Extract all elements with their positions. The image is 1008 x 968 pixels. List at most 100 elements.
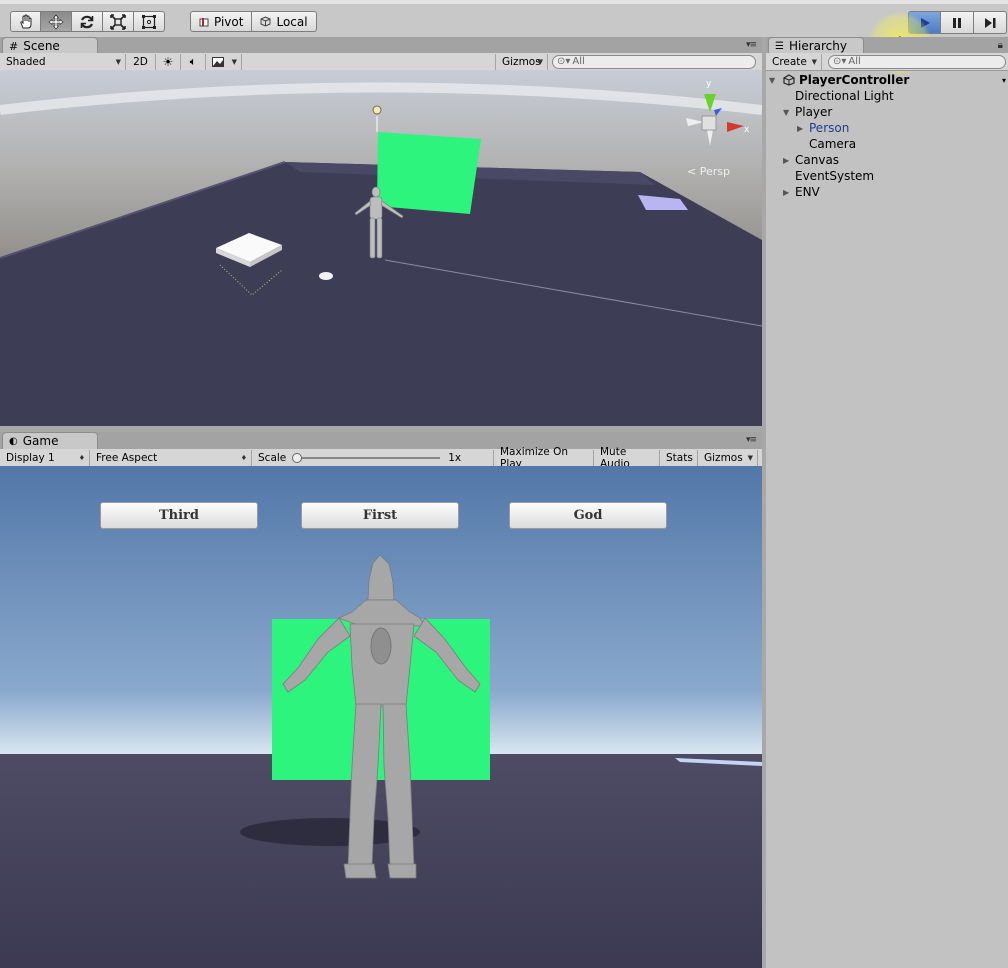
scene-lighting-toggle[interactable]: ☀	[156, 53, 181, 70]
scale-slider[interactable]	[292, 452, 441, 463]
scale-slider-group: Scale 1x	[252, 449, 494, 466]
scene-audio-toggle[interactable]: 🔈︎	[181, 53, 206, 70]
tree-item-person[interactable]: ▶ Person	[766, 120, 1008, 136]
expanded-arrow-icon[interactable]: ▼	[769, 76, 775, 85]
game-viewport[interactable]	[0, 466, 762, 968]
tree-item-player[interactable]: ▼ Player	[766, 104, 1008, 120]
maximize-on-play-toggle[interactable]: Maximize On Play	[494, 446, 594, 470]
collapsed-arrow-icon[interactable]: ▶	[783, 188, 789, 197]
tab-hierarchy[interactable]: ☰ Hierarchy	[768, 37, 864, 54]
move-tool-button[interactable]	[41, 11, 72, 32]
pivot-label: Pivot	[214, 14, 244, 29]
aspect-dropdown[interactable]: Free Aspect ♦	[90, 449, 252, 466]
unity-editor-window: Pivot Local # Scene ▾≡ Shaded ▼ 2D ☀ 🔈︎ …	[0, 0, 1008, 968]
hierarchy-control-bar: Create ▼ ⊙▾ All	[766, 53, 1008, 71]
create-dropdown[interactable]: Create ▼	[766, 53, 822, 70]
game-gizmos-dropdown[interactable]: Gizmos ▼	[698, 449, 758, 466]
list-icon: ☰	[775, 40, 784, 52]
stats-label: Stats	[666, 451, 693, 464]
unity-scene-icon	[783, 74, 795, 86]
pause-icon	[953, 17, 961, 28]
tab-scene[interactable]: # Scene	[2, 37, 98, 54]
step-icon	[985, 17, 996, 28]
god-view-button[interactable]: God	[509, 502, 667, 529]
pivot-toggle-button[interactable]: Pivot	[190, 11, 253, 32]
tree-item-canvas[interactable]: ▶ Canvas	[766, 152, 1008, 168]
scale-value: 1x	[448, 451, 462, 464]
rotate-tool-icon	[80, 15, 94, 28]
shading-mode-value: Shaded	[6, 55, 46, 68]
tree-item-camera[interactable]: Camera	[766, 136, 1008, 152]
lock-icon[interactable]: 🔒︎	[998, 40, 1003, 51]
tab-hierarchy-label: Hierarchy	[788, 39, 847, 53]
tab-scene-label: Scene	[23, 39, 60, 53]
main-toolbar: Pivot Local	[0, 0, 1008, 76]
chevron-down-icon: ▼	[811, 57, 817, 66]
collapsed-arrow-icon[interactable]: ▶	[797, 124, 803, 133]
tree-item-directional-light[interactable]: Directional Light	[766, 88, 1008, 104]
collapsed-arrow-icon[interactable]: ▶	[783, 156, 789, 165]
play-button[interactable]	[908, 11, 941, 34]
pause-button[interactable]	[941, 11, 974, 34]
scale-tool-button[interactable]	[103, 11, 134, 32]
third-label: Third	[158, 508, 199, 523]
gizmo-y-label: y	[706, 79, 712, 89]
scene-search-input[interactable]: ⊙▾ All	[552, 54, 756, 69]
step-button[interactable]	[974, 11, 1007, 34]
tree-item-label: Directional Light	[795, 89, 894, 103]
game-panel-menu-icon[interactable]: ▾≡	[746, 435, 757, 445]
scene-gizmos-dropdown[interactable]: Gizmos ▼	[495, 53, 548, 70]
tree-item-label: Canvas	[795, 153, 840, 167]
scene-menu-icon[interactable]: ▾	[1002, 76, 1006, 85]
updown-icon: ♦	[240, 453, 247, 462]
scale-label: Scale	[258, 451, 287, 464]
god-label: God	[573, 508, 603, 523]
scene-search-placeholder: All	[572, 56, 585, 67]
tree-root-label: PlayerController	[799, 73, 910, 87]
hierarchy-search-placeholder: All	[848, 56, 861, 67]
scene-viewport[interactable]: y x < Persp	[0, 70, 762, 426]
chevron-down-icon: ▼	[115, 57, 121, 66]
tab-game[interactable]: ◐ Game	[2, 432, 98, 449]
pivot-icon	[199, 17, 209, 26]
game-controller-icon: ◐	[9, 435, 18, 447]
playback-controls	[908, 11, 1007, 34]
scene-control-bar: Shaded ▼ 2D ☀ 🔈︎ ▼ Gizmos ▼ ⊙▾ All	[0, 53, 762, 71]
transform-tools	[10, 11, 165, 32]
rect-tool-icon	[142, 14, 156, 29]
updown-icon: ♦	[78, 453, 85, 462]
rotate-tool-button[interactable]	[72, 11, 103, 32]
stats-toggle[interactable]: Stats	[660, 449, 698, 466]
scene-panel-menu-icon[interactable]: ▾≡	[746, 40, 757, 50]
tab-game-label: Game	[22, 434, 59, 448]
chevron-down-icon: ▼	[231, 57, 237, 66]
scene-tabbar: # Scene ▾≡	[0, 37, 762, 54]
hand-tool-button[interactable]	[10, 11, 41, 32]
tree-item-env[interactable]: ▶ ENV	[766, 184, 1008, 200]
scene-3d-render: y x < Persp	[0, 70, 762, 426]
rect-tool-button[interactable]	[134, 11, 165, 32]
third-person-button[interactable]: Third	[100, 502, 258, 529]
persp-label[interactable]: < Persp	[687, 165, 730, 178]
shading-mode-dropdown[interactable]: Shaded ▼	[0, 53, 126, 70]
display-dropdown[interactable]: Display 1 ♦	[0, 449, 90, 466]
2d-toggle-button[interactable]: 2D	[126, 53, 156, 70]
game-control-bar: Display 1 ♦ Free Aspect ♦ Scale 1x Maximiz…	[0, 446, 762, 470]
hierarchy-tabbar: ☰ Hierarchy 🔒︎	[766, 37, 1008, 54]
tree-item-label: ENV	[795, 185, 820, 199]
hand-tool-icon	[19, 13, 31, 28]
search-icon: ⊙▾	[833, 56, 847, 67]
hierarchy-search-input[interactable]: ⊙▾ All	[828, 54, 1006, 69]
first-person-button[interactable]: First	[301, 502, 459, 529]
local-toggle-button[interactable]: Local	[252, 11, 317, 32]
hierarchy-tree: ▼ PlayerController ▾ Directional Light ▼…	[766, 72, 1008, 200]
expanded-arrow-icon[interactable]: ▼	[783, 108, 789, 117]
mute-audio-toggle[interactable]: Mute Audio	[594, 446, 660, 470]
pivot-local-group: Pivot Local	[190, 11, 317, 32]
scene-effects-dropdown[interactable]: ▼	[206, 53, 242, 70]
tree-root-playercontroller[interactable]: ▼ PlayerController ▾	[766, 72, 1008, 88]
scale-slider-thumb[interactable]	[292, 452, 303, 463]
local-cube-icon	[260, 16, 271, 27]
tree-item-eventsystem[interactable]: EventSystem	[766, 168, 1008, 184]
speaker-icon: 🔈︎	[189, 54, 197, 68]
